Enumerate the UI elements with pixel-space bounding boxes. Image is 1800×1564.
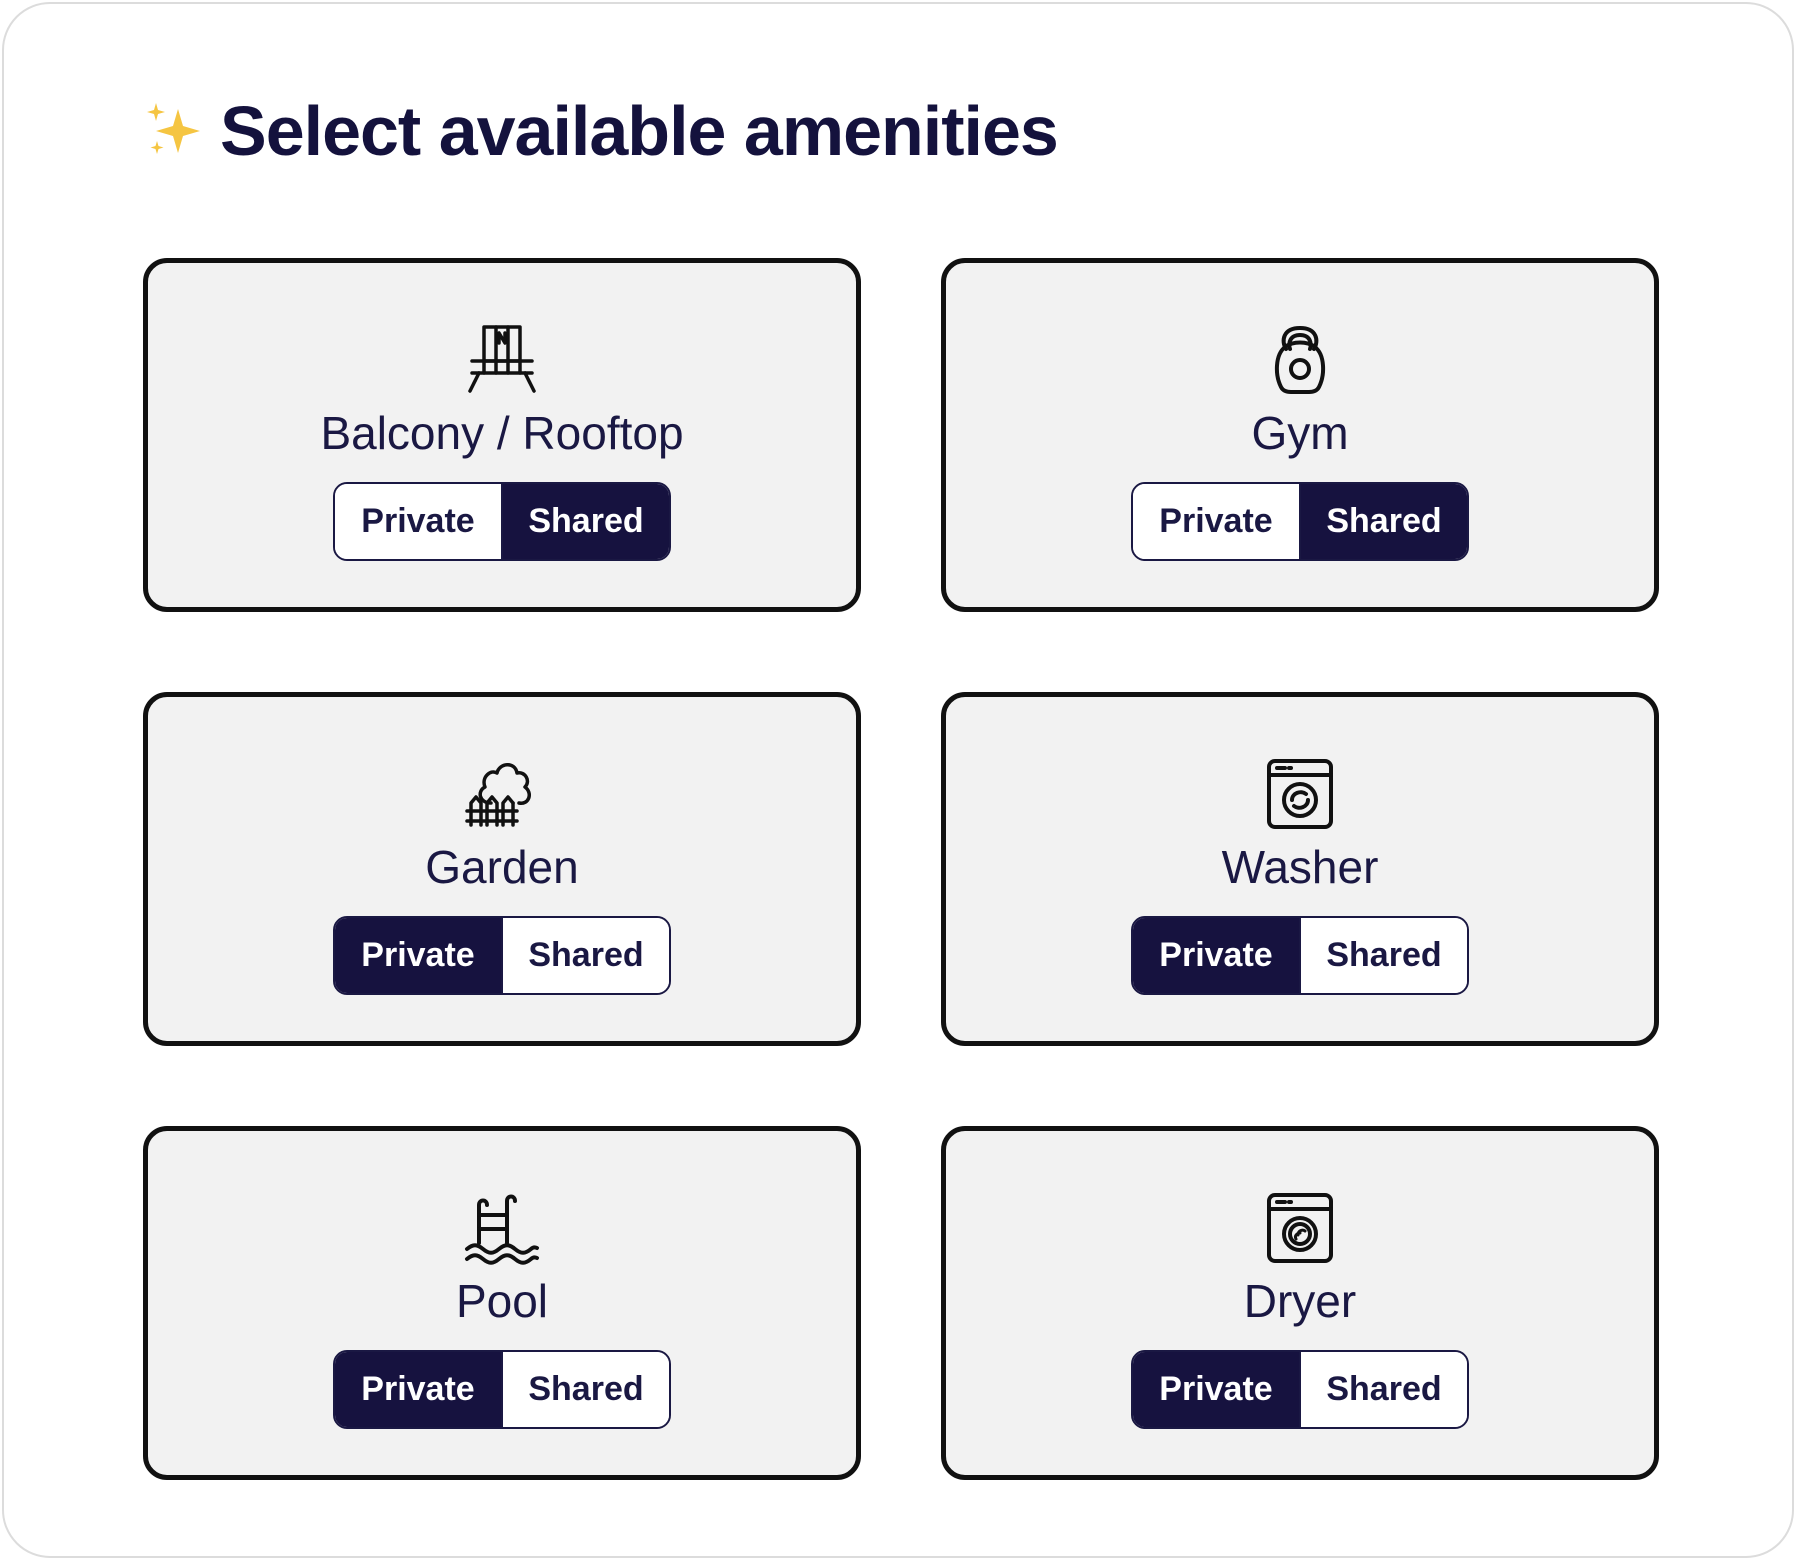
private-option[interactable]: Private: [335, 483, 501, 559]
private-option[interactable]: Private: [1133, 483, 1299, 559]
shared-option[interactable]: Shared: [1299, 917, 1467, 993]
amenity-card-washer: Washer Private Shared: [941, 692, 1659, 1046]
amenity-label: Gym: [1251, 407, 1349, 459]
amenity-label: Washer: [1221, 841, 1379, 893]
amenity-card-gym: Gym Private Shared: [941, 258, 1659, 612]
shared-option[interactable]: Shared: [501, 1351, 669, 1427]
amenity-label: Balcony / Rooftop: [320, 407, 684, 459]
amenity-card-garden: Garden Private Shared: [143, 692, 861, 1046]
private-shared-toggle: Private Shared: [333, 481, 671, 561]
shared-option[interactable]: Shared: [501, 483, 669, 559]
private-option[interactable]: Private: [1133, 1351, 1299, 1427]
pool-ladder-icon: [465, 1194, 539, 1265]
private-shared-toggle: Private Shared: [1131, 1349, 1469, 1429]
private-shared-toggle: Private Shared: [1131, 481, 1469, 561]
page-title: Select available amenities: [220, 92, 1059, 170]
amenity-label: Dryer: [1243, 1275, 1357, 1327]
amenity-card-balcony: Balcony / Rooftop Private Shared: [143, 258, 861, 612]
sparkles-icon: [147, 103, 200, 154]
kettlebell-icon: [1274, 326, 1326, 394]
shared-option[interactable]: Shared: [1299, 1351, 1467, 1427]
private-shared-toggle: Private Shared: [333, 1349, 671, 1429]
dryer-icon: [1267, 1193, 1333, 1263]
garden-icon: [465, 763, 531, 827]
amenity-card-pool: Pool Private Shared: [143, 1126, 861, 1480]
washing-machine-icon: [1267, 759, 1333, 829]
amenity-label: Pool: [455, 1275, 549, 1327]
private-option[interactable]: Private: [335, 1351, 501, 1427]
balcony-icon: [468, 325, 536, 393]
amenities-panel: Select available amenities Balcony / Roo…: [2, 2, 1794, 1558]
private-option[interactable]: Private: [1133, 917, 1299, 993]
header: Select available amenities: [142, 92, 1059, 170]
amenity-card-dryer: Dryer Private Shared: [941, 1126, 1659, 1480]
private-option[interactable]: Private: [335, 917, 501, 993]
amenity-grid: Balcony / Rooftop Private Shared Gym Pri…: [143, 258, 1659, 1480]
private-shared-toggle: Private Shared: [1131, 915, 1469, 995]
shared-option[interactable]: Shared: [501, 917, 669, 993]
shared-option[interactable]: Shared: [1299, 483, 1467, 559]
private-shared-toggle: Private Shared: [333, 915, 671, 995]
amenity-label: Garden: [425, 841, 579, 893]
